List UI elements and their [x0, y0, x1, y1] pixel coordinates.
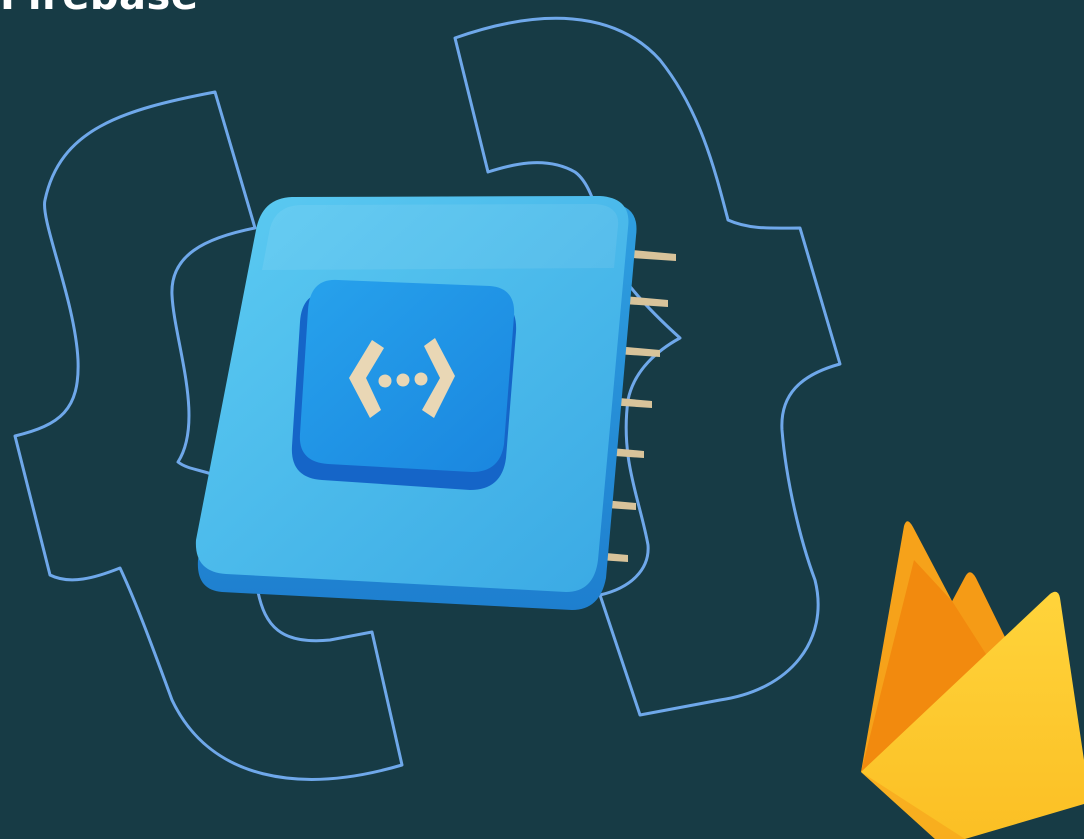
hero-canvas: Firebase: [0, 0, 1084, 839]
firebase-flame-icon: [861, 521, 1084, 839]
hero-illustration: [13, 16, 1084, 839]
chip-pin: [624, 296, 668, 307]
chip-pin: [632, 250, 676, 261]
functions-button: [291, 279, 517, 490]
functions-chip: [195, 196, 637, 610]
